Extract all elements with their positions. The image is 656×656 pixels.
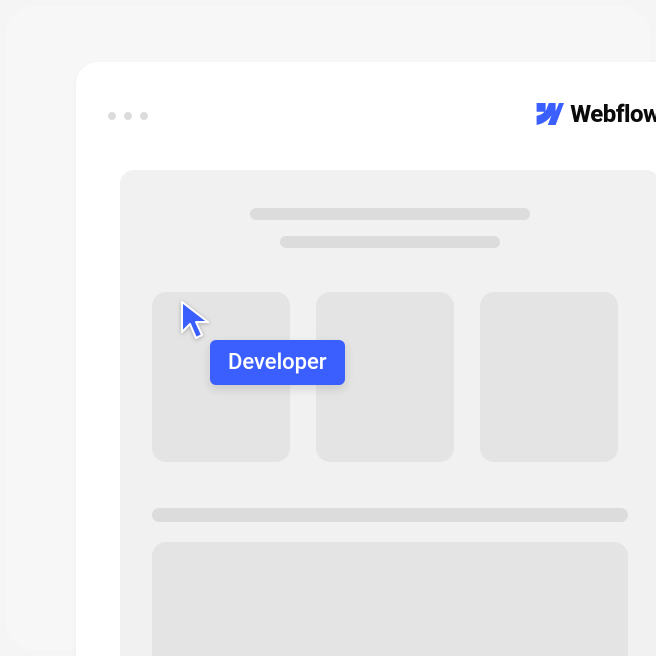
card-placeholder[interactable] [316, 292, 454, 462]
card-row [152, 292, 628, 462]
card-placeholder[interactable] [480, 292, 618, 462]
skeleton-heading-line [250, 208, 530, 220]
browser-window: Webflow [76, 62, 656, 656]
window-dot [140, 112, 148, 120]
skeleton-subheading-line [280, 236, 500, 248]
skeleton-section-heading [152, 508, 628, 522]
content-panel [120, 170, 656, 656]
card-placeholder[interactable] [152, 292, 290, 462]
brand-wordmark: Webflow [570, 100, 656, 128]
large-card-placeholder[interactable] [152, 542, 628, 656]
brand: Webflow [530, 100, 656, 128]
window-dot [108, 112, 116, 120]
window-controls [108, 112, 148, 120]
window-dot [124, 112, 132, 120]
webflow-logo-icon [530, 103, 564, 125]
